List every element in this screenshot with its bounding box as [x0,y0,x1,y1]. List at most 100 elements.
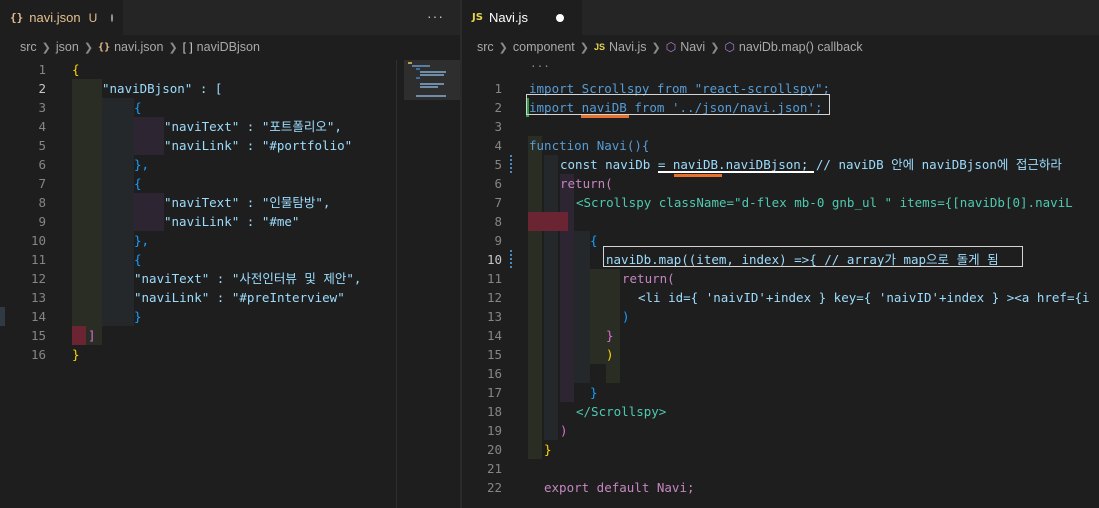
code-line: } [72,347,80,362]
chevron-right-icon: ❯ [168,41,178,54]
line-number: 20 [486,442,502,457]
code-line: "naviLink" : "#me" [164,214,300,229]
line-number: 9 [38,214,46,229]
minimap-left[interactable] [404,60,460,508]
code-line: return( [622,271,675,286]
code-line: <Scrollspy className="d-flex mb-0 gnb_ul… [576,195,1073,210]
line-number: 6 [38,157,46,172]
line-number: 16 [486,366,502,381]
minimap-line [412,65,430,67]
js-file-icon: JS [593,42,605,52]
breadcrumb-component[interactable]: component [513,40,575,54]
line-number: 17 [486,385,502,400]
breadcrumb-function[interactable]: ⬡ Navi [666,40,706,54]
untracked-status-badge: U [88,10,98,25]
code-line: </Scrollspy> [576,404,667,419]
editor-group-right: JS Navi.js src ❯ component ❯ JS Navi.js ❯… [462,0,1099,508]
code-editor-right[interactable]: ... 1 2 3 4 5 6 7 8 9 10 11 12 13 14 15 … [462,57,1099,508]
code-line: }, [134,157,150,172]
code-line: }, [134,233,150,248]
indent-guide-block [560,174,574,402]
line-number: 9 [494,233,502,248]
minimap-line [416,95,446,97]
cube-symbol-icon: ⬡ [724,40,735,54]
tab-navi-json[interactable]: {} navi.json U [0,0,123,35]
code-line: { [134,100,142,115]
underline-orange-navidb [674,174,722,177]
minimap-line [416,77,420,79]
code-line: function Navi(){ [529,138,650,153]
breadcrumb-file[interactable]: {} navi.json [98,40,163,54]
tab-bar-left: {} navi.json U ··· [0,0,460,35]
array-brackets-icon: [ ] [182,40,193,54]
line-number: 12 [486,290,502,305]
code-line: <li id={ 'naivID'+index } key={ 'naivID'… [638,290,1090,305]
breadcrumb-src[interactable]: src [477,40,494,54]
code-line: { [590,233,598,248]
chevron-right-icon: ❯ [651,41,661,54]
breadcrumb-symbol[interactable]: [ ] naviDBjson [183,40,260,54]
line-number: 13 [486,309,502,324]
editor-group-left: {} navi.json U ··· src ❯ json ❯ {} navi.j… [0,0,460,508]
code-line: "naviText" : "사전인터뷰 및 제안", [134,271,362,286]
code-line: ) [622,309,630,324]
js-file-icon: JS [472,12,483,23]
indent-guide-block [606,364,620,383]
line-number: 12 [30,271,46,286]
line-number: 10 [30,233,46,248]
json-braces-icon: {} [10,11,24,24]
line-number: 21 [486,461,502,476]
unsaved-dot-icon[interactable] [111,13,113,22]
code-line: ) [560,423,568,438]
highlight-box-map [603,246,1023,267]
code-line: ) [606,347,614,362]
highlight-box-import [526,94,830,115]
indent-guide-block [574,231,590,383]
bracket-error-highlight [528,212,568,231]
line-number: 14 [30,309,46,324]
code-editor-left[interactable]: 1 2 3 4 5 6 7 8 9 10 11 12 13 14 15 16 {… [0,60,460,508]
line-number: 6 [494,176,502,191]
line-number: 7 [494,195,502,210]
breadcrumb-callback[interactable]: ⬡ naviDb.map() callback [724,40,862,54]
unsaved-dot-icon[interactable] [555,13,564,22]
line-number: 14 [486,328,502,343]
indent-guide-block [134,193,164,231]
line-number: 8 [38,195,46,210]
breadcrumb-json[interactable]: json [56,40,79,54]
line-number: 11 [486,271,502,286]
git-modified-gutter [510,250,512,269]
chevron-right-icon: ❯ [498,41,508,54]
code-line: } [544,442,552,457]
code-line: "naviDBjson" : [ [102,81,223,96]
bracket-error-highlight [72,326,86,345]
git-modified-gutter [510,155,512,174]
json-braces-icon: {} [98,41,111,53]
breadcrumb-src[interactable]: src [20,40,37,54]
line-number: 8 [494,214,502,229]
tab-label: navi.json [29,10,81,25]
code-line: { [72,62,80,77]
line-number: 18 [486,404,502,419]
minimap-line [416,68,420,70]
chevron-right-icon: ❯ [579,41,589,54]
indent-guide-block [72,79,102,345]
line-number: 4 [494,138,502,153]
code-line: } [606,328,614,343]
line-number: 11 [30,252,46,267]
breadcrumb-file[interactable]: JS Navi.js [594,40,647,54]
code-line: "naviLink" : "#portfolio" [164,138,353,153]
line-number: 10 [486,252,502,267]
chevron-right-icon: ❯ [41,41,51,54]
code-line: "naviText" : "인물탐방", [164,195,331,210]
code-line: } [590,385,598,400]
minimap-line [420,74,444,76]
tab-navi-js[interactable]: JS Navi.js [462,0,582,35]
code-line: "naviLink" : "#preInterview" [134,290,345,305]
code-line: { [134,252,142,267]
more-actions-button[interactable]: ··· [427,8,444,24]
indent-guide-block [134,117,164,155]
indent-guide-block [528,136,542,459]
minimap-line [420,71,446,73]
breadcrumb: src ❯ component ❯ JS Navi.js ❯ ⬡ Navi ❯ ⬡ n… [462,35,1099,59]
